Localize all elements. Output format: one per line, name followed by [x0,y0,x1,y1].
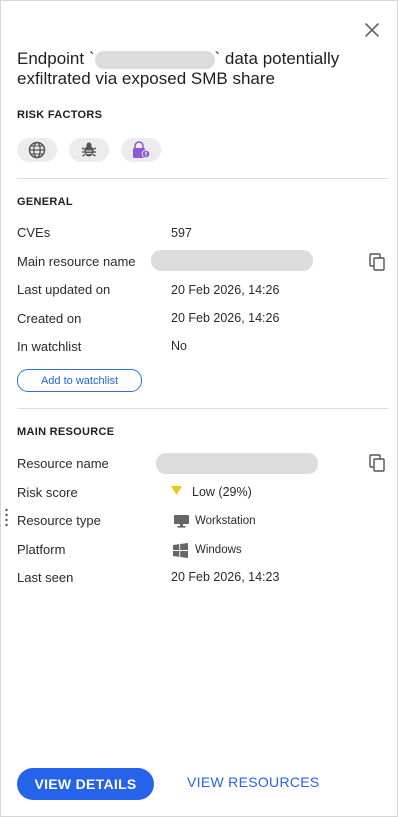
risk-factors-heading: RISK FACTORS [17,109,103,121]
platform-value: Windows [195,544,242,556]
close-icon[interactable] [363,21,381,39]
view-details-button[interactable]: VIEW DETAILS [17,768,154,800]
last-updated-label: Last updated on [17,282,111,297]
risk-score-value: Low (29%) [192,485,252,499]
created-on-label: Created on [17,311,82,326]
drag-handle-icon[interactable] [5,508,8,528]
cves-value: 597 [171,226,192,240]
in-watchlist-label: In watchlist [17,339,82,354]
general-heading: GENERAL [17,196,73,208]
last-seen-value: 20 Feb 2026, 14:23 [171,570,280,584]
workstation-icon [174,515,189,528]
resource-name-label: Resource name [17,456,109,471]
view-resources-button[interactable]: VIEW RESOURCES [187,774,320,790]
redacted-endpoint-name [94,50,215,69]
alert-details-panel: Endpoint ` ` data potentially exfiltrated… [0,0,398,817]
resource-type-value: Workstation [195,515,256,527]
main-resource-heading: MAIN RESOURCE [17,426,115,438]
copy-icon[interactable] [369,253,385,271]
risk-factor-vulnerabilities[interactable] [69,138,109,162]
title-text-start: Endpoint ` [17,49,95,68]
copy-icon[interactable] [369,454,385,472]
main-resource-name-label: Main resource name [17,254,136,269]
cves-label: CVEs [17,225,51,240]
risk-factors-list [17,138,161,162]
resource-type-label: Resource type [17,513,101,528]
redacted-resource-name [156,453,318,474]
redacted-main-resource-name [151,250,313,271]
last-seen-label: Last seen [17,570,74,585]
risk-factor-exposed-share[interactable] [121,138,161,162]
last-updated-value: 20 Feb 2026, 14:26 [171,283,280,297]
page-title: Endpoint ` ` data potentially exfiltrated… [17,49,387,89]
add-to-watchlist-button[interactable]: Add to watchlist [17,369,142,392]
bug-icon [81,142,97,157]
risk-low-triangle-icon [171,486,182,495]
lock-alert-icon [133,141,151,159]
in-watchlist-value: No [171,339,187,353]
windows-icon [173,543,188,558]
risk-score-label: Risk score [17,485,78,500]
section-divider [17,408,389,409]
created-on-value: 20 Feb 2026, 14:26 [171,311,280,325]
globe-icon [28,141,46,159]
platform-label: Platform [17,542,66,557]
risk-factor-internet-exposed[interactable] [17,138,57,162]
section-divider [17,178,389,179]
